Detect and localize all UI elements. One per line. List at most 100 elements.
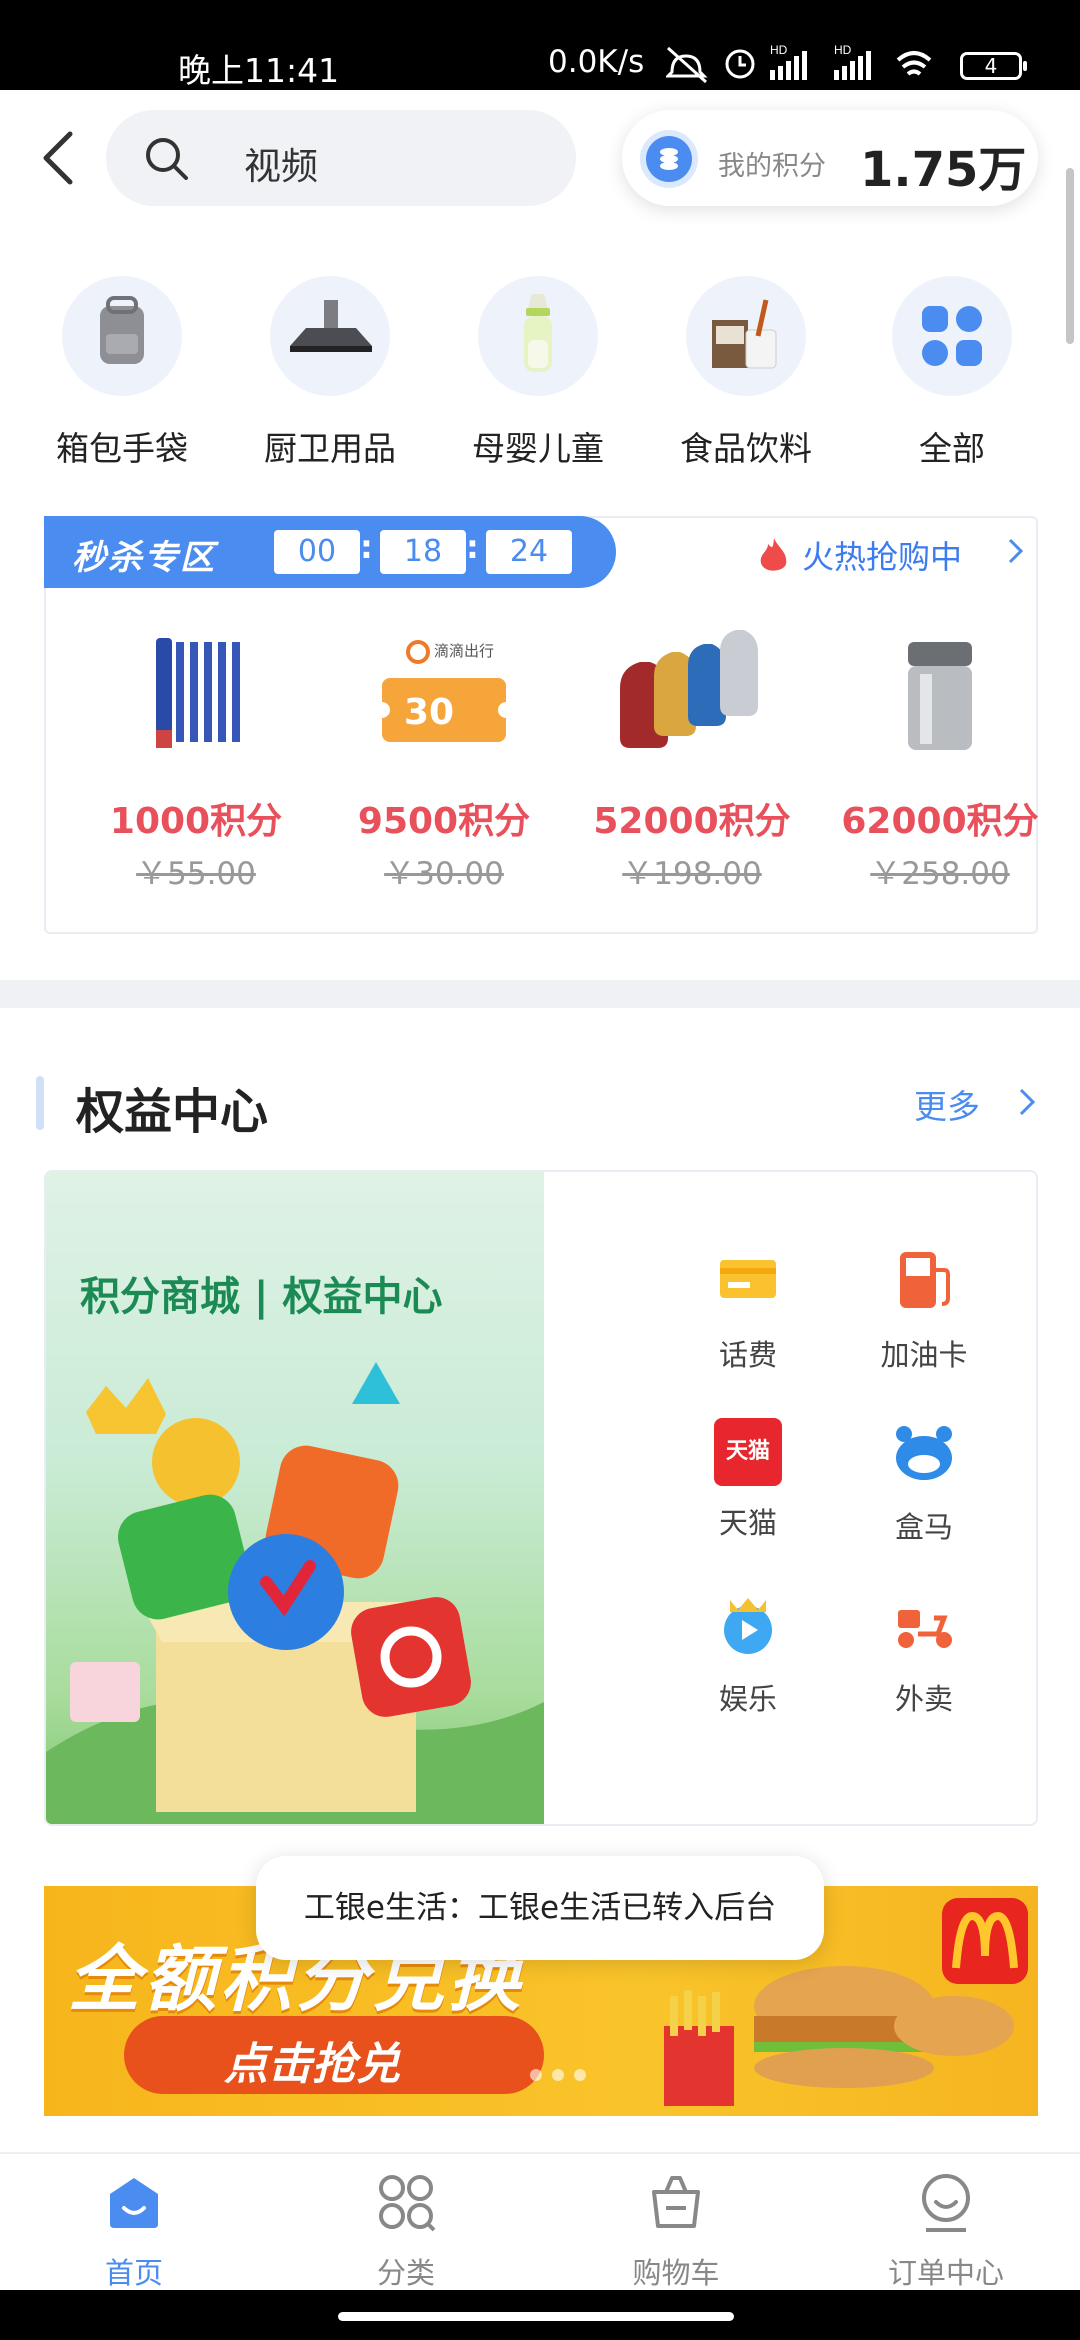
section-title: 权益中心 bbox=[76, 1084, 269, 1140]
gesture-bar bbox=[0, 2290, 1080, 2340]
status-bar: 晚上11:41 0.0K/s HD HD 4 bbox=[0, 0, 1080, 90]
rights-item-label: 外卖 bbox=[894, 1682, 953, 1716]
category-baby[interactable]: 母婴儿童 bbox=[438, 276, 638, 470]
product-original-price: ￥258.00 bbox=[870, 856, 1010, 892]
product-points-price: 52000积分 bbox=[593, 801, 791, 842]
promo-claim-button[interactable]: 点击抢兑 bbox=[124, 2016, 544, 2094]
scrollbar[interactable] bbox=[1066, 168, 1074, 344]
search-text: 视频 bbox=[244, 145, 318, 188]
flash-product[interactable]: 滴滴出行 30 9500积分 ￥30.00 bbox=[320, 618, 568, 893]
flash-product[interactable]: 1000积分 ￥55.00 bbox=[72, 618, 320, 893]
status-time: 晚上11:41 bbox=[178, 51, 340, 90]
didi-coupon-icon: 滴滴出行 30 bbox=[354, 618, 534, 768]
rights-item-phone-bill[interactable]: 话费 bbox=[668, 1246, 828, 1374]
rights-item-label: 话费 bbox=[718, 1338, 777, 1372]
flash-product[interactable]: 62000积分 ￥258.00 bbox=[816, 618, 1064, 893]
baby-bottle-icon bbox=[478, 276, 598, 396]
home-icon bbox=[110, 2178, 158, 2228]
nav-category[interactable]: 分类 bbox=[306, 2170, 506, 2292]
product-original-price: ￥30.00 bbox=[384, 856, 504, 892]
countdown-seconds: 24 bbox=[486, 530, 572, 574]
cart-icon bbox=[652, 2176, 700, 2228]
promo-button-label: 点击抢兑 bbox=[224, 2039, 400, 2090]
rights-item-hema[interactable]: 盒马 bbox=[844, 1418, 1004, 1546]
search-bar[interactable]: 视频 bbox=[106, 110, 576, 206]
chevron-right-icon[interactable] bbox=[1016, 1086, 1038, 1118]
tmall-badge-text: 天猫 bbox=[725, 1439, 770, 1464]
hot-sale-link[interactable]: 火热抢购中 bbox=[802, 532, 962, 578]
points-coin-icon bbox=[646, 136, 692, 182]
category-kitchen[interactable]: 厨卫用品 bbox=[230, 276, 430, 470]
rights-item-delivery[interactable]: 外卖 bbox=[844, 1590, 1004, 1718]
product-original-price: ￥55.00 bbox=[136, 856, 256, 892]
all-categories-icon bbox=[892, 276, 1012, 396]
category-name: 箱包手袋 bbox=[56, 429, 188, 468]
category-name: 母婴儿童 bbox=[472, 429, 604, 468]
svg-text:HD: HD bbox=[834, 43, 852, 57]
rights-item-entertainment[interactable]: 娱乐 bbox=[668, 1590, 828, 1718]
carousel-dots bbox=[530, 2066, 596, 2085]
rights-item-label: 盒马 bbox=[894, 1510, 953, 1544]
svg-text:HD: HD bbox=[770, 43, 788, 57]
category-food[interactable]: 食品饮料 bbox=[646, 276, 846, 470]
rights-center-card: 积分商城 | 权益中心 话费 加油卡 天猫 天猫 盒马 娱乐 外卖 bbox=[44, 1170, 1038, 1826]
nav-label: 购物车 bbox=[632, 2256, 720, 2290]
nav-cart[interactable]: 购物车 bbox=[576, 2170, 776, 2292]
bottom-nav: 首页 分类 购物车 订单中心 bbox=[0, 2152, 1080, 2290]
mcdonalds-logo-icon bbox=[942, 1898, 1028, 1984]
rights-banner[interactable]: 积分商城 | 权益中心 bbox=[46, 1172, 544, 1824]
back-arrow-icon[interactable] bbox=[36, 128, 86, 188]
range-hood-icon bbox=[270, 276, 390, 396]
bag-icon bbox=[62, 276, 182, 396]
flash-sale-section: 秒杀专区 00 : 18 : 24 火热抢购中 1000积分 ￥55.00 滴滴… bbox=[44, 516, 1039, 934]
pencils-icon bbox=[106, 618, 286, 768]
rights-item-label: 天猫 bbox=[718, 1506, 777, 1540]
fuel-card-icon bbox=[900, 1252, 950, 1308]
hema-icon bbox=[896, 1426, 952, 1480]
header: 视频 我的积分 1.75万 bbox=[0, 90, 1080, 220]
order-center-icon bbox=[922, 2174, 970, 2232]
category-name: 厨卫用品 bbox=[264, 429, 396, 468]
fire-icon bbox=[760, 538, 787, 571]
flash-sale-title: 秒杀专区 bbox=[72, 538, 216, 578]
rights-item-tmall[interactable]: 天猫 天猫 bbox=[668, 1418, 828, 1542]
gift-box-illustration bbox=[46, 1362, 544, 1824]
rights-item-label: 娱乐 bbox=[718, 1682, 777, 1716]
entertainment-icon bbox=[724, 1598, 772, 1654]
nav-label: 分类 bbox=[376, 2256, 435, 2290]
category-all[interactable]: 全部 bbox=[852, 276, 1052, 470]
product-points-price: 62000积分 bbox=[841, 801, 1039, 842]
category-bags[interactable]: 箱包手袋 bbox=[22, 276, 222, 470]
drinks-icon bbox=[686, 276, 806, 396]
toast-message: 工银e生活：工银e生活已转入后台 bbox=[256, 1856, 824, 1960]
nav-orders[interactable]: 订单中心 bbox=[846, 2170, 1046, 2292]
my-points-pill[interactable]: 我的积分 1.75万 bbox=[622, 110, 1038, 206]
flash-sale-header: 秒杀专区 00 : 18 : 24 bbox=[44, 516, 616, 588]
nav-label: 首页 bbox=[104, 2256, 163, 2290]
coupon-brand: 滴滴出行 bbox=[434, 642, 495, 660]
points-label: 我的积分 bbox=[718, 151, 826, 182]
category-icon bbox=[379, 2175, 436, 2232]
coupon-value: 30 bbox=[404, 692, 455, 733]
kettles-icon bbox=[602, 618, 782, 768]
phone-bill-icon bbox=[720, 1260, 776, 1298]
banner-title: 积分商城 | 权益中心 bbox=[80, 1274, 443, 1320]
points-value: 1.75万 bbox=[860, 142, 1027, 198]
nav-home[interactable]: 首页 bbox=[34, 2170, 234, 2292]
chevron-right-icon[interactable] bbox=[1006, 536, 1026, 566]
battery-indicator: 4 bbox=[960, 52, 1027, 80]
product-points-price: 1000积分 bbox=[109, 801, 283, 842]
countdown-hours: 00 bbox=[274, 530, 360, 574]
flash-product[interactable]: 52000积分 ￥198.00 bbox=[568, 618, 816, 893]
nav-label: 订单中心 bbox=[887, 2256, 1004, 2290]
network-speed: 0.0K/s bbox=[548, 44, 645, 80]
delivery-icon bbox=[898, 1610, 952, 1648]
tmall-icon: 天猫 bbox=[714, 1418, 782, 1486]
category-name: 食品饮料 bbox=[680, 429, 812, 468]
search-icon bbox=[146, 138, 188, 180]
rights-item-fuel-card[interactable]: 加油卡 bbox=[844, 1246, 1004, 1374]
countdown-minutes: 18 bbox=[380, 530, 466, 574]
section-accent-bar bbox=[36, 1076, 44, 1130]
rights-item-label: 加油卡 bbox=[880, 1338, 968, 1372]
more-link[interactable]: 更多 bbox=[914, 1080, 980, 1128]
